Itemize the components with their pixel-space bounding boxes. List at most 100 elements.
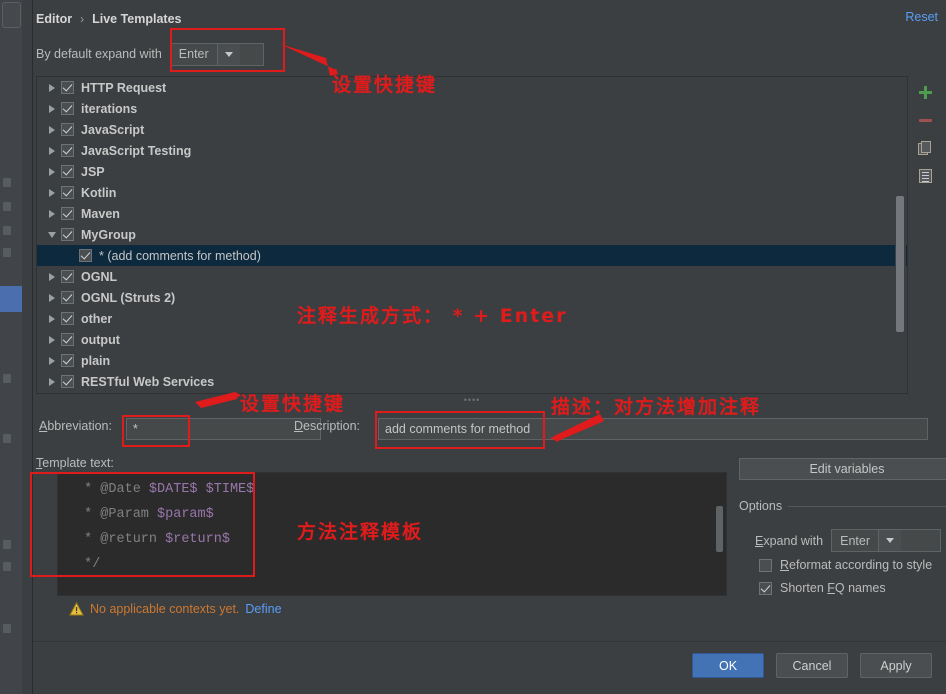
add-template-button[interactable] <box>911 78 939 106</box>
tree-group-row[interactable]: MyGroup <box>37 224 907 245</box>
chevron-right-icon[interactable] <box>43 377 61 386</box>
breadcrumb: Editor › Live Templates <box>36 9 182 29</box>
tree-scrollbar[interactable] <box>895 78 906 392</box>
footer-separator <box>33 641 946 642</box>
tree-row-checkbox[interactable] <box>61 186 74 199</box>
tree-row-checkbox[interactable] <box>61 270 74 283</box>
tree-row-checkbox[interactable] <box>61 291 74 304</box>
dialog-button-bar: OK Cancel Apply <box>692 653 932 678</box>
minus-icon <box>918 118 932 122</box>
reformat-checkbox[interactable] <box>759 558 772 572</box>
chevron-right-icon[interactable] <box>43 125 61 134</box>
background-window-scrollbar[interactable] <box>22 0 53 694</box>
tree-group-row[interactable]: RESTful Web Services <box>37 371 907 392</box>
default-expand-combo[interactable]: Enter <box>169 42 264 66</box>
tree-row-checkbox[interactable] <box>61 123 74 136</box>
warning-triangle-icon <box>69 601 84 616</box>
define-context-link[interactable]: Define <box>245 602 281 616</box>
tree-row-checkbox[interactable] <box>61 375 74 388</box>
tree-row-label: * (add comments for method) <box>99 248 261 263</box>
tree-scrollbar-thumb[interactable] <box>896 196 904 332</box>
tree-template-row[interactable]: * (add comments for method) <box>37 245 907 266</box>
panel-splitter[interactable]: •••• <box>36 395 908 405</box>
abbreviation-label: Abbreviation: <box>39 419 112 433</box>
tree-group-row[interactable]: OGNL <box>37 266 907 287</box>
tree-group-row[interactable]: Maven <box>37 203 907 224</box>
tree-group-row[interactable]: Kotlin <box>37 182 907 203</box>
chevron-right-icon[interactable] <box>43 314 61 323</box>
chevron-right-icon[interactable] <box>43 293 61 302</box>
tree-row-label: JavaScript <box>81 122 145 137</box>
template-text-label: Template text: <box>36 456 114 470</box>
tree-row-label: other <box>81 311 113 326</box>
expand-with-row: Expand with Enter <box>755 529 942 552</box>
chevron-right-icon[interactable] <box>43 188 61 197</box>
chevron-right-icon[interactable] <box>43 167 61 176</box>
breadcrumb-item-live-templates: Live Templates <box>92 12 182 26</box>
chevron-right-icon[interactable] <box>43 356 61 365</box>
tree-row-checkbox[interactable] <box>61 102 74 115</box>
template-text-scrollbar-thumb[interactable] <box>716 506 723 552</box>
reformat-checkbox-row[interactable]: Reformat according to style <box>759 558 932 572</box>
tree-row-checkbox[interactable] <box>61 81 74 94</box>
template-text-line: */ <box>76 557 101 572</box>
chevron-down-icon[interactable] <box>878 530 901 551</box>
options-group-rule <box>788 506 946 507</box>
tree-group-row[interactable]: OGNL (Struts 2) <box>37 287 907 308</box>
tree-row-checkbox[interactable] <box>61 354 74 367</box>
tree-row-checkbox[interactable] <box>61 333 74 346</box>
apply-button[interactable]: Apply <box>860 653 932 678</box>
chevron-right-icon[interactable] <box>43 146 61 155</box>
tree-row-label: iterations <box>81 101 138 116</box>
breadcrumb-item-editor[interactable]: Editor <box>36 12 72 26</box>
chevron-right-icon[interactable] <box>43 209 61 218</box>
template-text-line: * @Param $param$ <box>76 507 214 522</box>
template-text-scrollbar[interactable] <box>715 474 725 594</box>
tree-row-checkbox[interactable] <box>61 144 74 157</box>
chevron-right-icon[interactable] <box>43 83 61 92</box>
chevron-right-icon[interactable] <box>43 335 61 344</box>
chevron-down-icon[interactable] <box>216 43 240 65</box>
abbreviation-input[interactable]: * <box>126 418 321 440</box>
template-text-line: * @return $return$ <box>76 532 230 547</box>
background-gutter-marks <box>0 0 22 694</box>
background-window-gutter <box>0 0 22 694</box>
duplicate-template-button[interactable] <box>911 134 939 162</box>
ok-button[interactable]: OK <box>692 653 764 678</box>
tree-group-row[interactable]: JavaScript Testing <box>37 140 907 161</box>
tree-row-checkbox[interactable] <box>61 312 74 325</box>
splitter-grip-icon: •••• <box>463 395 481 405</box>
expand-with-value: Enter <box>840 533 870 548</box>
description-input[interactable]: add comments for method <box>378 418 928 440</box>
tree-group-row[interactable]: plain <box>37 350 907 371</box>
tree-group-row[interactable]: JSP <box>37 161 907 182</box>
tree-group-row[interactable]: output <box>37 329 907 350</box>
description-label: Description: <box>294 419 361 433</box>
shorten-fq-names-checkbox[interactable] <box>759 581 772 595</box>
tree-row-checkbox[interactable] <box>61 207 74 220</box>
expand-with-combo[interactable]: Enter <box>831 529 942 552</box>
reset-link[interactable]: Reset <box>905 10 938 24</box>
tree-row-checkbox[interactable] <box>61 228 74 241</box>
chevron-right-icon[interactable] <box>43 272 61 281</box>
tree-group-row[interactable]: other <box>37 308 907 329</box>
dialog-body: Editor › Live Templates Reset By default… <box>33 0 946 694</box>
tree-group-row[interactable]: JavaScript <box>37 119 907 140</box>
warning-text: No applicable contexts yet. <box>90 602 240 616</box>
templates-tree[interactable]: HTTP Request iterations JavaScript JavaScri… <box>36 76 908 394</box>
tree-group-row[interactable]: HTTP Request <box>37 77 907 98</box>
shorten-checkbox-row[interactable]: Shorten FQ names <box>759 581 886 595</box>
template-text-editor[interactable]: * @Date $DATE$ $TIME$ * @Param $param$ *… <box>57 472 727 596</box>
tree-row-label: JSP <box>81 164 105 179</box>
edit-variables-button[interactable]: Edit variables <box>739 458 946 480</box>
chevron-down-icon[interactable] <box>43 231 61 238</box>
tree-row-checkbox[interactable] <box>79 249 92 262</box>
tree-row-checkbox[interactable] <box>61 165 74 178</box>
chevron-right-icon: › <box>80 12 85 26</box>
tree-row-label: MyGroup <box>81 227 136 242</box>
tree-group-row[interactable]: iterations <box>37 98 907 119</box>
chevron-right-icon[interactable] <box>43 104 61 113</box>
cancel-button[interactable]: Cancel <box>776 653 848 678</box>
change-context-button[interactable] <box>911 162 939 190</box>
remove-template-button[interactable] <box>911 106 939 134</box>
